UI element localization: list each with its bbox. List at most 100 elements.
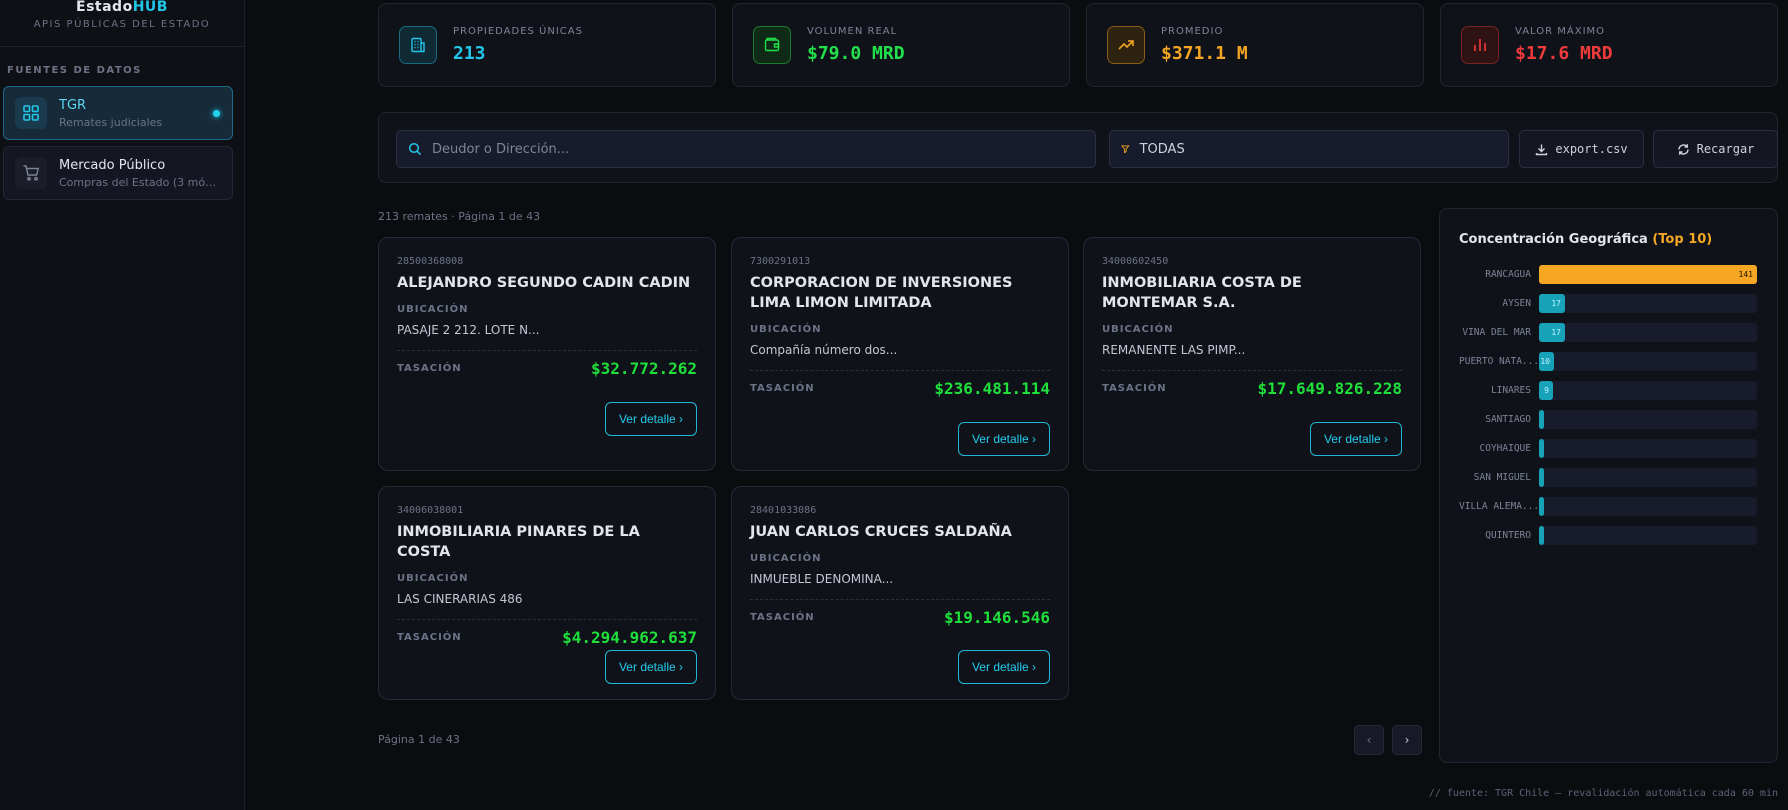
stat-value: $17.6 MRD: [1515, 43, 1613, 64]
grid-icon: [15, 97, 47, 129]
cart-icon: [15, 157, 47, 189]
geo-bar-row: RANCAGUA 141: [1459, 264, 1759, 284]
stat-card-promedio: PROMEDIO $371.1 M: [1086, 3, 1424, 87]
sidebar-item-tgr[interactable]: TGR Remates judiciales: [3, 86, 233, 140]
refresh-icon: [1677, 143, 1689, 155]
card-location-label: UBICACIÓN: [1102, 324, 1174, 335]
brand-title: EstadoHUB: [76, 0, 168, 15]
geo-bar-label: SAN MIGUEL: [1473, 471, 1531, 483]
view-detail-button[interactable]: Ver detalle ›: [958, 422, 1050, 456]
geo-bar: [1539, 525, 1544, 545]
remate-card: 34006038001 INMOBILIARIA PINARES DE LA C…: [378, 486, 716, 700]
card-id: 28401033086: [750, 505, 817, 516]
card-debtor-name: INMOBILIARIA PINARES DE LA COSTA: [397, 524, 640, 560]
geo-bar-value: 141: [1738, 269, 1753, 279]
active-indicator: [213, 110, 220, 117]
geo-bar-row: SANTIAGO: [1459, 409, 1759, 429]
geo-bar-track: [1539, 525, 1757, 545]
divider: [397, 350, 697, 351]
geo-bar-label: RANCAGUA: [1485, 268, 1531, 280]
trending-up-icon: [1107, 26, 1145, 64]
search-box[interactable]: [396, 130, 1096, 168]
remate-card: 7300291013 CORPORACION DE INVERSIONES LI…: [731, 237, 1069, 471]
stat-card-propiedades: PROPIEDADES ÚNICAS 213: [378, 3, 716, 87]
card-price-label: TASACIÓN: [750, 383, 815, 394]
geo-bar: 17: [1539, 322, 1565, 342]
geo-bar-value: 10: [1540, 356, 1550, 366]
filter-bar: TODAS export.csv Recargar: [378, 112, 1778, 183]
card-price-label: TASACIÓN: [397, 363, 462, 374]
geo-bar: 141: [1539, 264, 1757, 284]
stat-card-valor-maximo: VALOR MÁXIMO $17.6 MRD: [1440, 3, 1778, 87]
sidebar-item-mercado-publico[interactable]: Mercado Público Compras del Estado (3 mó…: [3, 146, 233, 200]
geo-bar-track: 141: [1539, 264, 1757, 284]
search-icon: [408, 142, 422, 156]
view-detail-button[interactable]: Ver detalle ›: [1310, 422, 1402, 456]
stat-label: VOLUMEN REAL: [807, 26, 898, 37]
geo-bar: [1539, 496, 1544, 516]
card-location: INMUEBLE DENOMINA...: [750, 572, 894, 586]
geo-bar-value: 17: [1551, 298, 1561, 308]
export-csv-button[interactable]: export.csv: [1519, 130, 1644, 168]
geo-bar-label: SANTIAGO: [1485, 413, 1531, 425]
geo-bar-label: COYHAIQUE: [1479, 442, 1531, 454]
card-location: REMANENTE LAS PIMP...: [1102, 343, 1246, 357]
download-icon: [1536, 144, 1548, 155]
geo-bar-label: QUINTERO: [1485, 529, 1531, 541]
results-count: 213 remates · Página 1 de 43: [378, 210, 541, 223]
geo-bar-row: AYSEN 17: [1459, 293, 1759, 313]
geo-bar-value: 9: [1544, 385, 1549, 395]
sources-section-label: FUENTES DE DATOS: [7, 65, 142, 76]
bar-chart-icon: [1461, 26, 1499, 64]
card-debtor-name: INMOBILIARIA COSTA DE MONTEMAR S.A.: [1102, 275, 1302, 311]
geo-bar-row: QUINTERO: [1459, 525, 1759, 545]
view-detail-button[interactable]: Ver detalle ›: [605, 650, 697, 684]
geo-bar: [1539, 467, 1544, 487]
card-price-label: TASACIÓN: [397, 632, 462, 643]
geo-bar-row: VINA DEL MAR 17: [1459, 322, 1759, 342]
view-detail-button[interactable]: Ver detalle ›: [958, 650, 1050, 684]
wallet-icon: [753, 26, 791, 64]
geo-concentration-panel: Concentración Geográfica (Top 10) RANCAG…: [1439, 208, 1778, 763]
building-icon: [399, 26, 437, 64]
remate-card: 28401033086 JUAN CARLOS CRUCES SALDAÑA U…: [731, 486, 1069, 700]
card-location-label: UBICACIÓN: [750, 553, 822, 564]
remate-card: 34000602450 INMOBILIARIA COSTA DE MONTEM…: [1083, 237, 1421, 471]
card-id: 7300291013: [750, 256, 811, 267]
card-location: PASAJE 2 212. LOTE N...: [397, 323, 540, 337]
brand-subtitle: APIS PÚBLICAS DEL ESTADO: [33, 19, 211, 30]
export-label: export.csv: [1555, 142, 1628, 156]
prev-page-button[interactable]: ‹: [1354, 725, 1384, 755]
geo-bar: 9: [1539, 380, 1553, 400]
card-location-label: UBICACIÓN: [750, 324, 822, 335]
geo-bar-row: SAN MIGUEL: [1459, 467, 1759, 487]
geo-bar: 17: [1539, 293, 1565, 313]
card-location-label: UBICACIÓN: [397, 304, 469, 315]
view-detail-button[interactable]: Ver detalle ›: [605, 402, 697, 436]
reload-button[interactable]: Recargar: [1653, 130, 1778, 168]
geo-bar-row: PUERTO NATA... 10: [1459, 351, 1759, 371]
region-filter-select[interactable]: TODAS: [1109, 130, 1509, 168]
stat-label: PROPIEDADES ÚNICAS: [453, 26, 583, 37]
geo-bar-row: COYHAIQUE: [1459, 438, 1759, 458]
geo-bar-row: LINARES 9: [1459, 380, 1759, 400]
next-page-button[interactable]: ›: [1392, 725, 1422, 755]
divider: [1102, 370, 1402, 371]
stat-card-volumen: VOLUMEN REAL $79.0 MRD: [732, 3, 1070, 87]
card-id: 28500368008: [397, 256, 464, 267]
card-price: $4.294.962.637: [562, 628, 697, 647]
reload-label: Recargar: [1696, 142, 1755, 156]
search-input[interactable]: [432, 141, 1032, 157]
stat-label: VALOR MÁXIMO: [1515, 26, 1606, 37]
card-price: $19.146.546: [944, 608, 1050, 627]
remate-card: 28500368008 ALEJANDRO SEGUNDO CADIN CADI…: [378, 237, 716, 471]
geo-bar-track: [1539, 438, 1757, 458]
card-price: $32.772.262: [591, 359, 697, 378]
geo-bar-label: VINA DEL MAR: [1462, 326, 1531, 338]
card-location: Compañía número dos...: [750, 343, 898, 357]
card-id: 34000602450: [1102, 256, 1169, 267]
geo-bar-label: LINARES: [1490, 384, 1531, 396]
stat-value: $79.0 MRD: [807, 43, 905, 64]
sidebar: EstadoHUB APIS PÚBLICAS DEL ESTADO FUENT…: [0, 0, 245, 810]
geo-bar-label: VILLA ALEMA...: [1459, 500, 1539, 512]
